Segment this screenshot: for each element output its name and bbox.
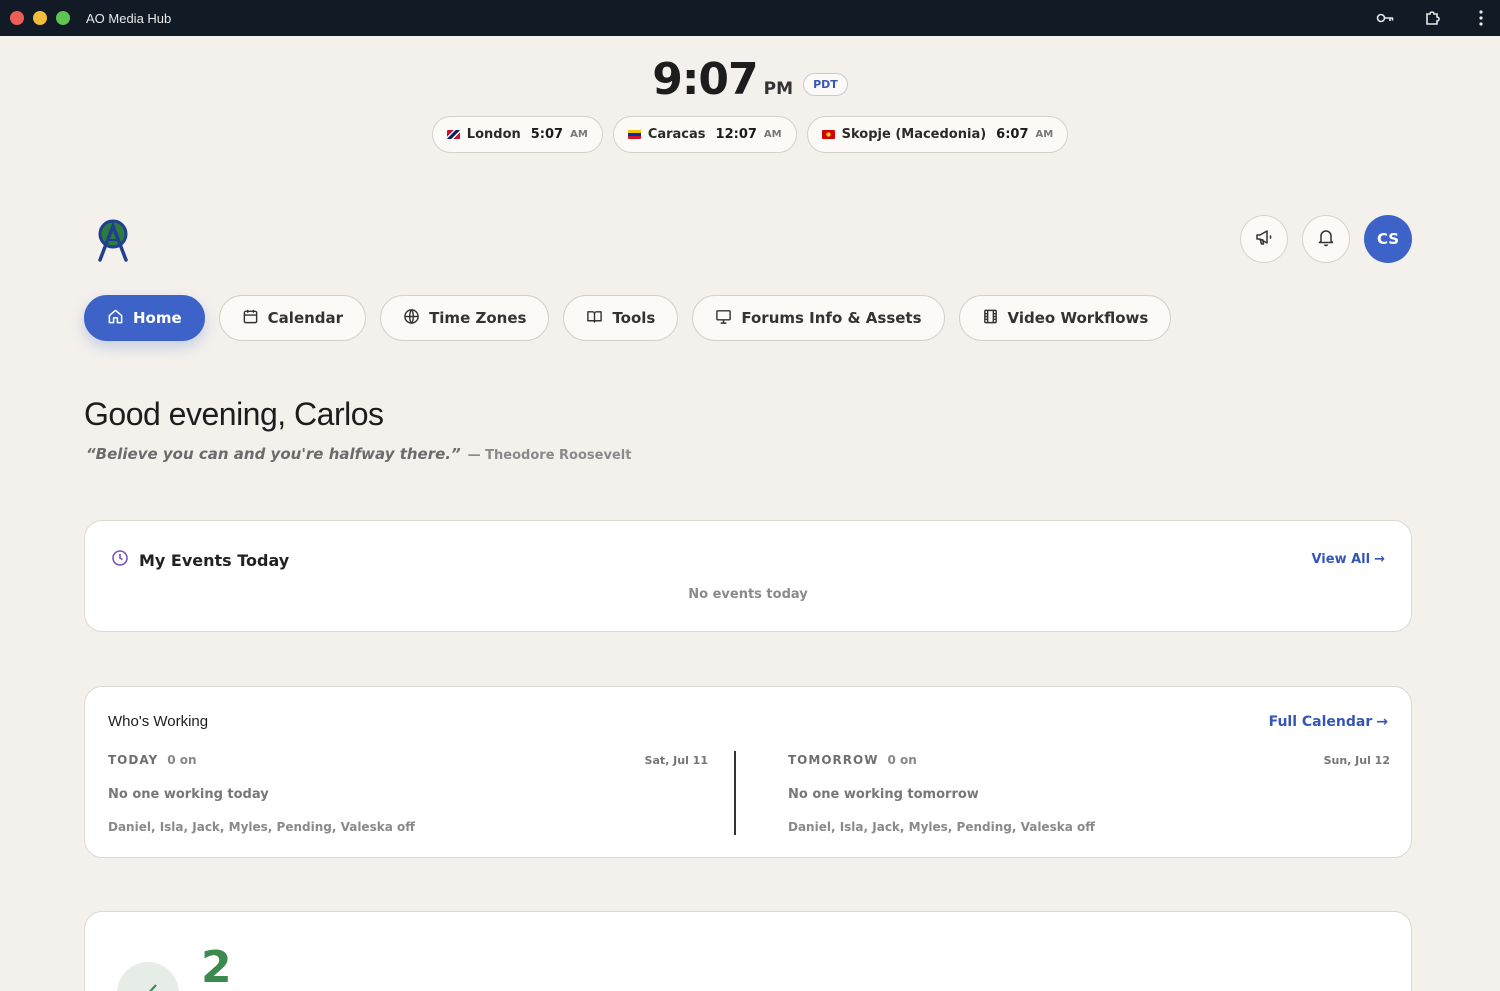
world-clock-city: London [466,127,521,142]
world-clock-time: 6:07 [996,127,1029,142]
events-card: My Events Today View All → No events tod… [84,520,1412,632]
world-clock-ampm: AM [570,129,588,140]
clock-time: 9:07 [652,54,758,105]
nav-label: Time Zones [429,309,527,327]
bell-icon [1316,227,1336,251]
arrow-right-icon: → [1374,552,1385,567]
day-date: Sun, Jul 12 [1323,753,1390,767]
world-clock-london[interactable]: London 5:07 AM [431,116,603,153]
nav-label: Calendar [267,309,344,327]
home-icon [107,308,124,329]
arrow-right-icon: → [1376,714,1388,730]
off-list: Daniel, Isla, Jack, Myles, Pending, Vale… [788,820,1095,834]
nav-time-zones[interactable]: Time Zones [380,295,550,341]
nav-video-workflows[interactable]: Video Workflows [958,295,1172,341]
main-nav: Home Calendar Time Zones Tools Forums In… [84,295,1172,341]
nav-home[interactable]: Home [84,295,205,341]
nav-calendar[interactable]: Calendar [218,295,367,341]
world-clock-city: Skopje (Macedonia) [841,127,987,142]
globe-icon [403,308,420,329]
quote-text: “Believe you can and you're halfway ther… [86,445,461,463]
local-clock: 9:07 PM PDT [0,54,1500,105]
presentation-icon [715,308,732,329]
world-clock-skopje[interactable]: Skopje (Macedonia) 6:07 AM [806,116,1069,153]
announcements-button[interactable] [1240,215,1288,263]
nav-label: Home [133,309,182,327]
film-icon [982,308,999,329]
full-calendar-link[interactable]: Full Calendar → [1269,714,1388,730]
close-window-button[interactable] [10,11,24,25]
working-status: No one working tomorrow [788,787,979,802]
stat-value: 2 [201,942,232,991]
clock-icon [111,549,129,571]
megaphone-icon [1254,227,1274,251]
book-icon [586,308,603,329]
world-clock-time: 5:07 [530,127,564,142]
working-status: No one working today [108,787,269,802]
full-calendar-label: Full Calendar [1268,714,1373,730]
daily-quote: “Believe you can and you're halfway ther… [86,445,631,463]
working-tomorrow: TOMORROW 0 on Sun, Jul 12 No one working… [788,753,1390,834]
events-empty-state: No events today [688,587,808,602]
window-title: AO Media Hub [86,10,172,26]
day-label: TOMORROW [788,753,879,767]
greeting-title: Good evening, Carlos [84,396,384,432]
nav-tools[interactable]: Tools [563,295,679,341]
app-logo[interactable] [94,218,132,262]
nav-label: Forums Info & Assets [741,309,922,327]
more-menu-icon[interactable] [1470,7,1492,29]
quote-author: — Theodore Roosevelt [467,448,632,463]
world-clock-city: Caracas [647,127,706,142]
check-icon [135,978,161,991]
world-clock-time: 12:07 [715,127,757,142]
whos-working-title: Who's Working [108,713,209,730]
venezuela-flag-icon [627,130,641,139]
working-today: TODAY 0 on Sat, Jul 11 No one working to… [108,753,708,834]
maximize-window-button[interactable] [56,11,70,25]
view-all-label: View All [1311,552,1371,567]
nav-forums-info-assets[interactable]: Forums Info & Assets [692,295,945,341]
timezone-badge: PDT [803,73,848,96]
uk-flag-icon [446,130,460,139]
whos-working-card: Who's Working Full Calendar → TODAY 0 on… [84,686,1412,858]
on-count: 0 on [167,753,197,767]
world-clock-caracas[interactable]: Caracas 12:07 AM [612,116,797,153]
column-divider [734,751,736,835]
minimize-window-button[interactable] [33,11,47,25]
world-clock-ampm: AM [763,129,782,140]
notifications-button[interactable] [1302,215,1350,263]
day-date: Sat, Jul 11 [644,753,708,767]
view-all-link[interactable]: View All → [1311,552,1385,567]
world-clocks: London 5:07 AM Caracas 12:07 AM Skopje (… [0,116,1500,153]
stat-card: 2 [84,911,1412,991]
clock-ampm: PM [763,79,794,99]
day-label: TODAY [108,753,159,767]
calendar-icon [242,308,259,329]
on-count: 0 on [887,753,917,767]
macedonia-flag-icon [821,130,835,139]
world-clock-ampm: AM [1035,129,1054,140]
user-avatar[interactable]: CS [1364,215,1412,263]
nav-label: Tools [612,309,656,327]
nav-label: Video Workflows [1007,309,1149,327]
window-titlebar: AO Media Hub [0,0,1500,36]
stat-icon-circle [117,962,179,991]
extensions-icon[interactable] [1422,7,1444,29]
events-card-title: My Events Today [139,550,290,570]
key-icon[interactable] [1374,7,1396,29]
window-controls [10,11,70,25]
off-list: Daniel, Isla, Jack, Myles, Pending, Vale… [108,820,415,834]
